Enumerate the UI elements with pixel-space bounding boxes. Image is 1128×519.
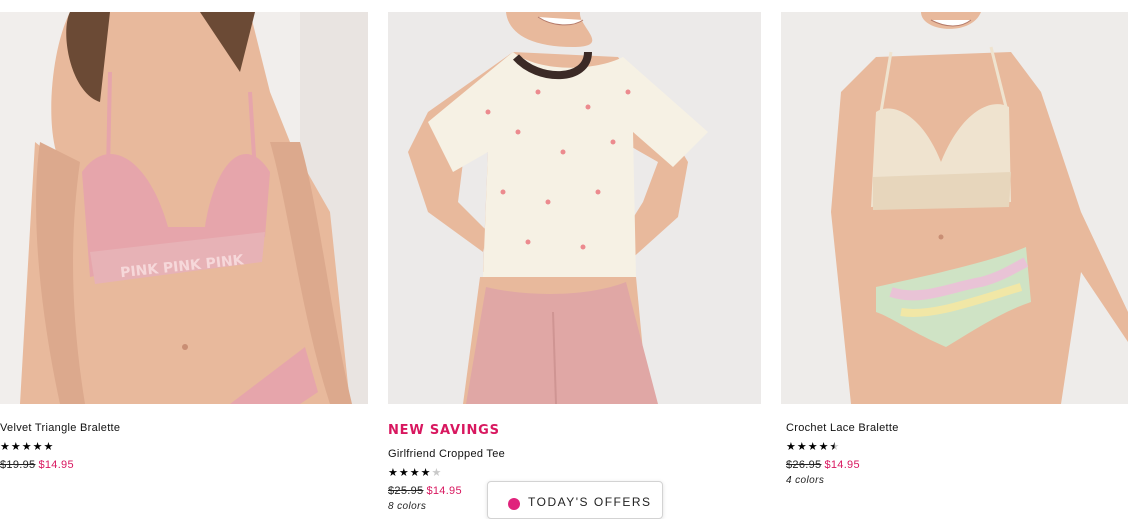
todays-offers-label: TODAY'S OFFERS <box>528 495 652 509</box>
product-price: $19.95 $14.95 <box>0 458 120 472</box>
lace-bralette-model-photo <box>781 12 1128 404</box>
bralette-model-photo: PINK PINK PINK <box>0 12 368 404</box>
product-name[interactable]: Crochet Lace Bralette <box>786 421 899 435</box>
todays-offers-button[interactable]: TODAY'S OFFERS <box>487 481 663 519</box>
product-image[interactable] <box>781 12 1128 404</box>
product-rating: ★★★★★ <box>786 440 899 453</box>
star-icon: ★★★★ <box>388 466 432 479</box>
star-half-icon: ★ <box>829 440 841 453</box>
product-price: $26.95 $14.95 <box>786 458 899 472</box>
tag-icon <box>508 498 520 510</box>
product-image[interactable] <box>388 12 761 404</box>
original-price: $19.95 <box>0 459 36 471</box>
sale-price: $14.95 <box>38 459 74 471</box>
cropped-tee-model-photo <box>388 12 761 404</box>
star-empty-icon: ★ <box>431 466 443 479</box>
product-name[interactable]: Velvet Triangle Bralette <box>0 421 120 435</box>
product-rating: ★★★★★ <box>388 466 505 479</box>
color-count[interactable]: 4 colors <box>786 475 899 486</box>
product-name[interactable]: Girlfriend Cropped Tee <box>388 447 505 461</box>
product-image[interactable]: PINK PINK PINK <box>0 12 368 404</box>
product-rating: ★★★★★ <box>0 440 120 453</box>
sale-price: $14.95 <box>824 459 860 471</box>
star-icon: ★★★★ <box>786 440 830 453</box>
promo-label: NEW SAVINGS <box>388 423 500 438</box>
original-price: $26.95 <box>786 459 822 471</box>
original-price: $25.95 <box>388 485 424 497</box>
sale-price: $14.95 <box>426 485 462 497</box>
star-icon: ★★★★★ <box>0 440 55 453</box>
